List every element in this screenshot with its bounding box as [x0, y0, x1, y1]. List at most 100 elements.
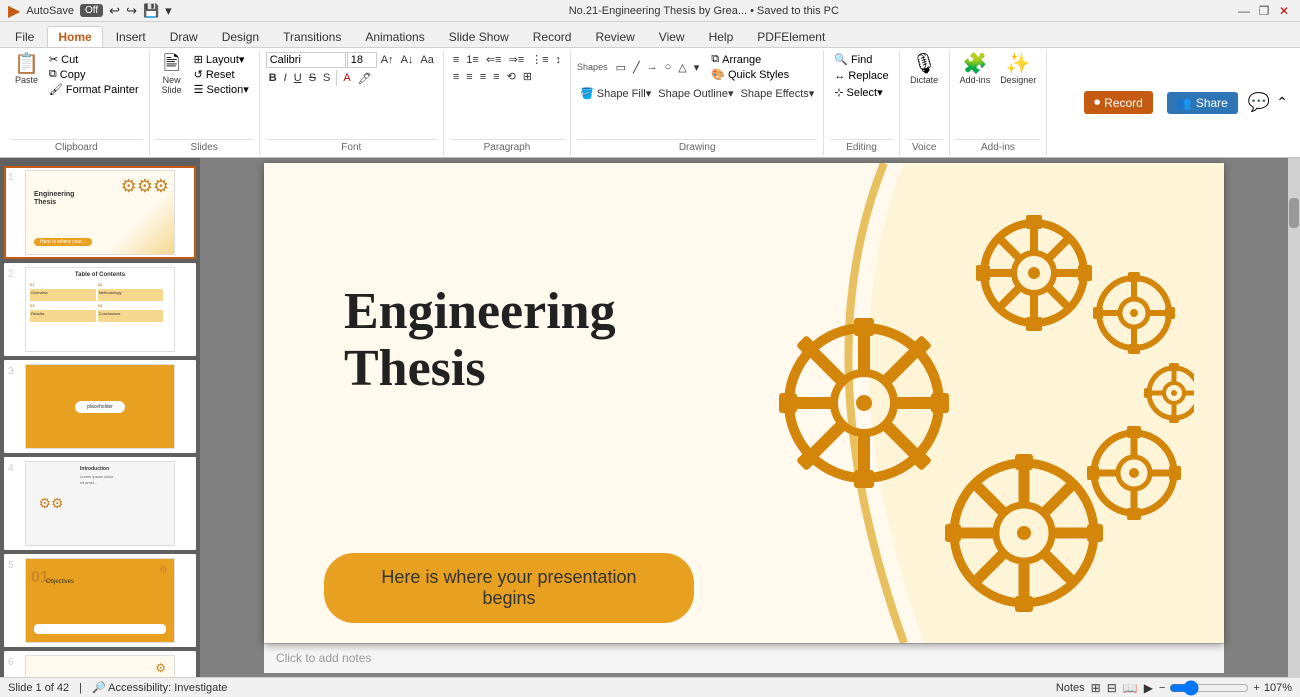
increase-font-btn[interactable]: A↑ [378, 53, 397, 67]
slide-canvas[interactable]: Engineering Thesis Here is where your pr… [264, 163, 1224, 643]
slide-thumb-5[interactable]: 5 01 Objectives ⚙ [4, 554, 196, 647]
ribbon-collapse-btn[interactable]: ⌃ [1276, 94, 1288, 111]
cut-btn[interactable]: ✂Cut [45, 52, 143, 67]
group-paragraph: ≡ 1≡ ⇐≡ ⇒≡ ⋮≡ ↕ ≡ ≡ ≡ ≡ ⟲ ⊞ Paragraph [444, 50, 571, 155]
zoom-level[interactable]: 107% [1264, 682, 1292, 694]
tab-review[interactable]: Review [584, 26, 645, 47]
record-button[interactable]: ⏺ Record [1084, 91, 1153, 114]
tab-slideshow[interactable]: Slide Show [438, 26, 520, 47]
font-size-input[interactable] [347, 52, 377, 68]
highlight-btn[interactable]: 🖊 [355, 71, 375, 86]
tab-home[interactable]: Home [47, 26, 102, 47]
accessibility-label[interactable]: 🔎 Accessibility: Investigate [92, 681, 227, 694]
shadow-btn[interactable]: S [320, 71, 333, 85]
font-family-input[interactable] [266, 52, 346, 68]
addins-label: Add-ins [956, 139, 1041, 153]
zoom-in-icon[interactable]: + [1253, 682, 1259, 694]
normal-view-btn[interactable]: ⊞ [1091, 681, 1101, 695]
undo-btn[interactable]: ↩ [109, 3, 120, 19]
share-button[interactable]: 👥 Share [1167, 92, 1238, 114]
window-minimize-btn[interactable]: — [1236, 3, 1252, 19]
quick-styles-btn[interactable]: 🎨Quick Styles [707, 67, 793, 82]
designer-btn[interactable]: ✨ Designer [996, 52, 1040, 87]
slide-thumb-2[interactable]: 2 Table of Contents 01 02 Overview Metho… [4, 263, 196, 356]
tab-pdfelement[interactable]: PDFElement [746, 26, 836, 47]
clear-format-btn[interactable]: Aa [417, 53, 436, 67]
tab-record[interactable]: Record [522, 26, 583, 47]
paste-btn[interactable]: 📋 Paste [10, 52, 43, 87]
bullets-btn[interactable]: ≡ [450, 53, 462, 67]
strikethrough-btn[interactable]: S [306, 71, 319, 85]
slideshow-btn[interactable]: ▶ [1144, 681, 1153, 695]
line-spacing-btn[interactable]: ↕ [553, 53, 565, 67]
shape-line[interactable]: ╱ [630, 60, 643, 75]
shape-arrow[interactable]: → [644, 60, 661, 75]
align-right-btn[interactable]: ≡ [477, 70, 489, 84]
new-slide-btn[interactable]: 🖹 NewSlide [156, 52, 188, 97]
format-painter-btn[interactable]: 🖌Format Painter [45, 82, 143, 97]
underline-btn[interactable]: U [291, 71, 305, 85]
slide-sorter-btn[interactable]: ⊟ [1107, 681, 1117, 695]
tab-file[interactable]: File [4, 26, 45, 47]
tab-animations[interactable]: Animations [354, 26, 435, 47]
reset-btn[interactable]: ↺Reset [190, 67, 253, 82]
reading-view-btn[interactable]: 📖 [1123, 681, 1138, 695]
justify-btn[interactable]: ≡ [490, 70, 502, 84]
zoom-range[interactable] [1169, 680, 1249, 696]
shape-more[interactable]: ▾ [691, 60, 703, 75]
dictate-btn[interactable]: 🎙 Dictate [906, 52, 942, 87]
addins-btn[interactable]: 🧩 Add-ins [956, 52, 995, 87]
vertical-scrollbar[interactable] [1288, 158, 1300, 677]
tab-help[interactable]: Help [698, 26, 745, 47]
notes-btn[interactable]: Notes [1056, 682, 1085, 694]
tab-transitions[interactable]: Transitions [272, 26, 352, 47]
find-icon: 🔍 [834, 53, 848, 66]
align-center-btn[interactable]: ≡ [463, 70, 475, 84]
decrease-font-btn[interactable]: A↓ [398, 53, 417, 67]
italic-btn[interactable]: I [281, 71, 290, 85]
shape-effects-btn[interactable]: Shape Effects▾ [738, 86, 818, 101]
zoom-slider[interactable]: − + 107% [1159, 680, 1292, 696]
slide-thumb-1[interactable]: 1 EngineeringThesis ⚙⚙⚙ Here is where yo… [4, 166, 196, 259]
smart-art-btn[interactable]: ⊞ [520, 69, 535, 84]
slide-thumb-4[interactable]: 4 ⚙⚙ Introduction Lorem ipsum dolorsit a… [4, 457, 196, 550]
font-color-btn[interactable]: A [340, 71, 353, 85]
shape-oval[interactable]: ○ [662, 60, 675, 75]
tab-draw[interactable]: Draw [159, 26, 209, 47]
copy-btn[interactable]: ⧉Copy [45, 67, 143, 82]
slide-thumb-3[interactable]: 3 placeholder [4, 360, 196, 453]
shape-outline-btn[interactable]: Shape Outline▾ [655, 86, 736, 101]
comments-btn[interactable]: 💬 [1248, 92, 1270, 113]
slide-subtitle[interactable]: Here is where your presentation begins [324, 553, 694, 623]
slide-title[interactable]: Engineering Thesis [344, 283, 616, 397]
window-restore-btn[interactable]: ❐ [1256, 3, 1272, 19]
tab-insert[interactable]: Insert [105, 26, 157, 47]
numbering-btn[interactable]: 1≡ [463, 53, 482, 67]
section-btn[interactable]: ☰Section▾ [190, 82, 253, 97]
arrange-btn[interactable]: ⧉Arrange [707, 52, 793, 67]
columns-btn[interactable]: ⋮≡ [528, 52, 551, 67]
tab-design[interactable]: Design [211, 26, 270, 47]
autosave-toggle[interactable]: Off [80, 4, 103, 17]
save-btn[interactable]: 💾 [143, 3, 159, 19]
find-btn[interactable]: 🔍Find [830, 52, 876, 67]
shape-tri[interactable]: △ [675, 60, 689, 75]
bold-btn[interactable]: B [266, 71, 280, 85]
format-painter-icon: 🖌 [49, 83, 63, 96]
layout-btn[interactable]: ⊞Layout▾ [190, 52, 253, 67]
notes-area[interactable]: Click to add notes [264, 643, 1224, 673]
voice-label: Voice [906, 139, 943, 153]
shape-rect[interactable]: ▭ [613, 60, 629, 75]
text-direction-btn[interactable]: ⟲ [504, 69, 519, 84]
increase-indent-btn[interactable]: ⇒≡ [505, 52, 527, 67]
shape-fill-btn[interactable]: 🪣 Shape Fill▾ [577, 86, 654, 101]
zoom-out-icon[interactable]: − [1159, 682, 1165, 694]
select-btn[interactable]: ⊹Select▾ [830, 85, 886, 100]
tab-view[interactable]: View [648, 26, 696, 47]
redo-btn[interactable]: ↪ [126, 3, 137, 19]
window-close-btn[interactable]: ✕ [1276, 3, 1292, 19]
replace-btn[interactable]: ↔Replace [830, 69, 892, 83]
slide-thumb-6[interactable]: 6 The Slide Title Goes Here! ⚙ [4, 651, 196, 677]
align-left-btn[interactable]: ≡ [450, 70, 462, 84]
decrease-indent-btn[interactable]: ⇐≡ [483, 52, 505, 67]
